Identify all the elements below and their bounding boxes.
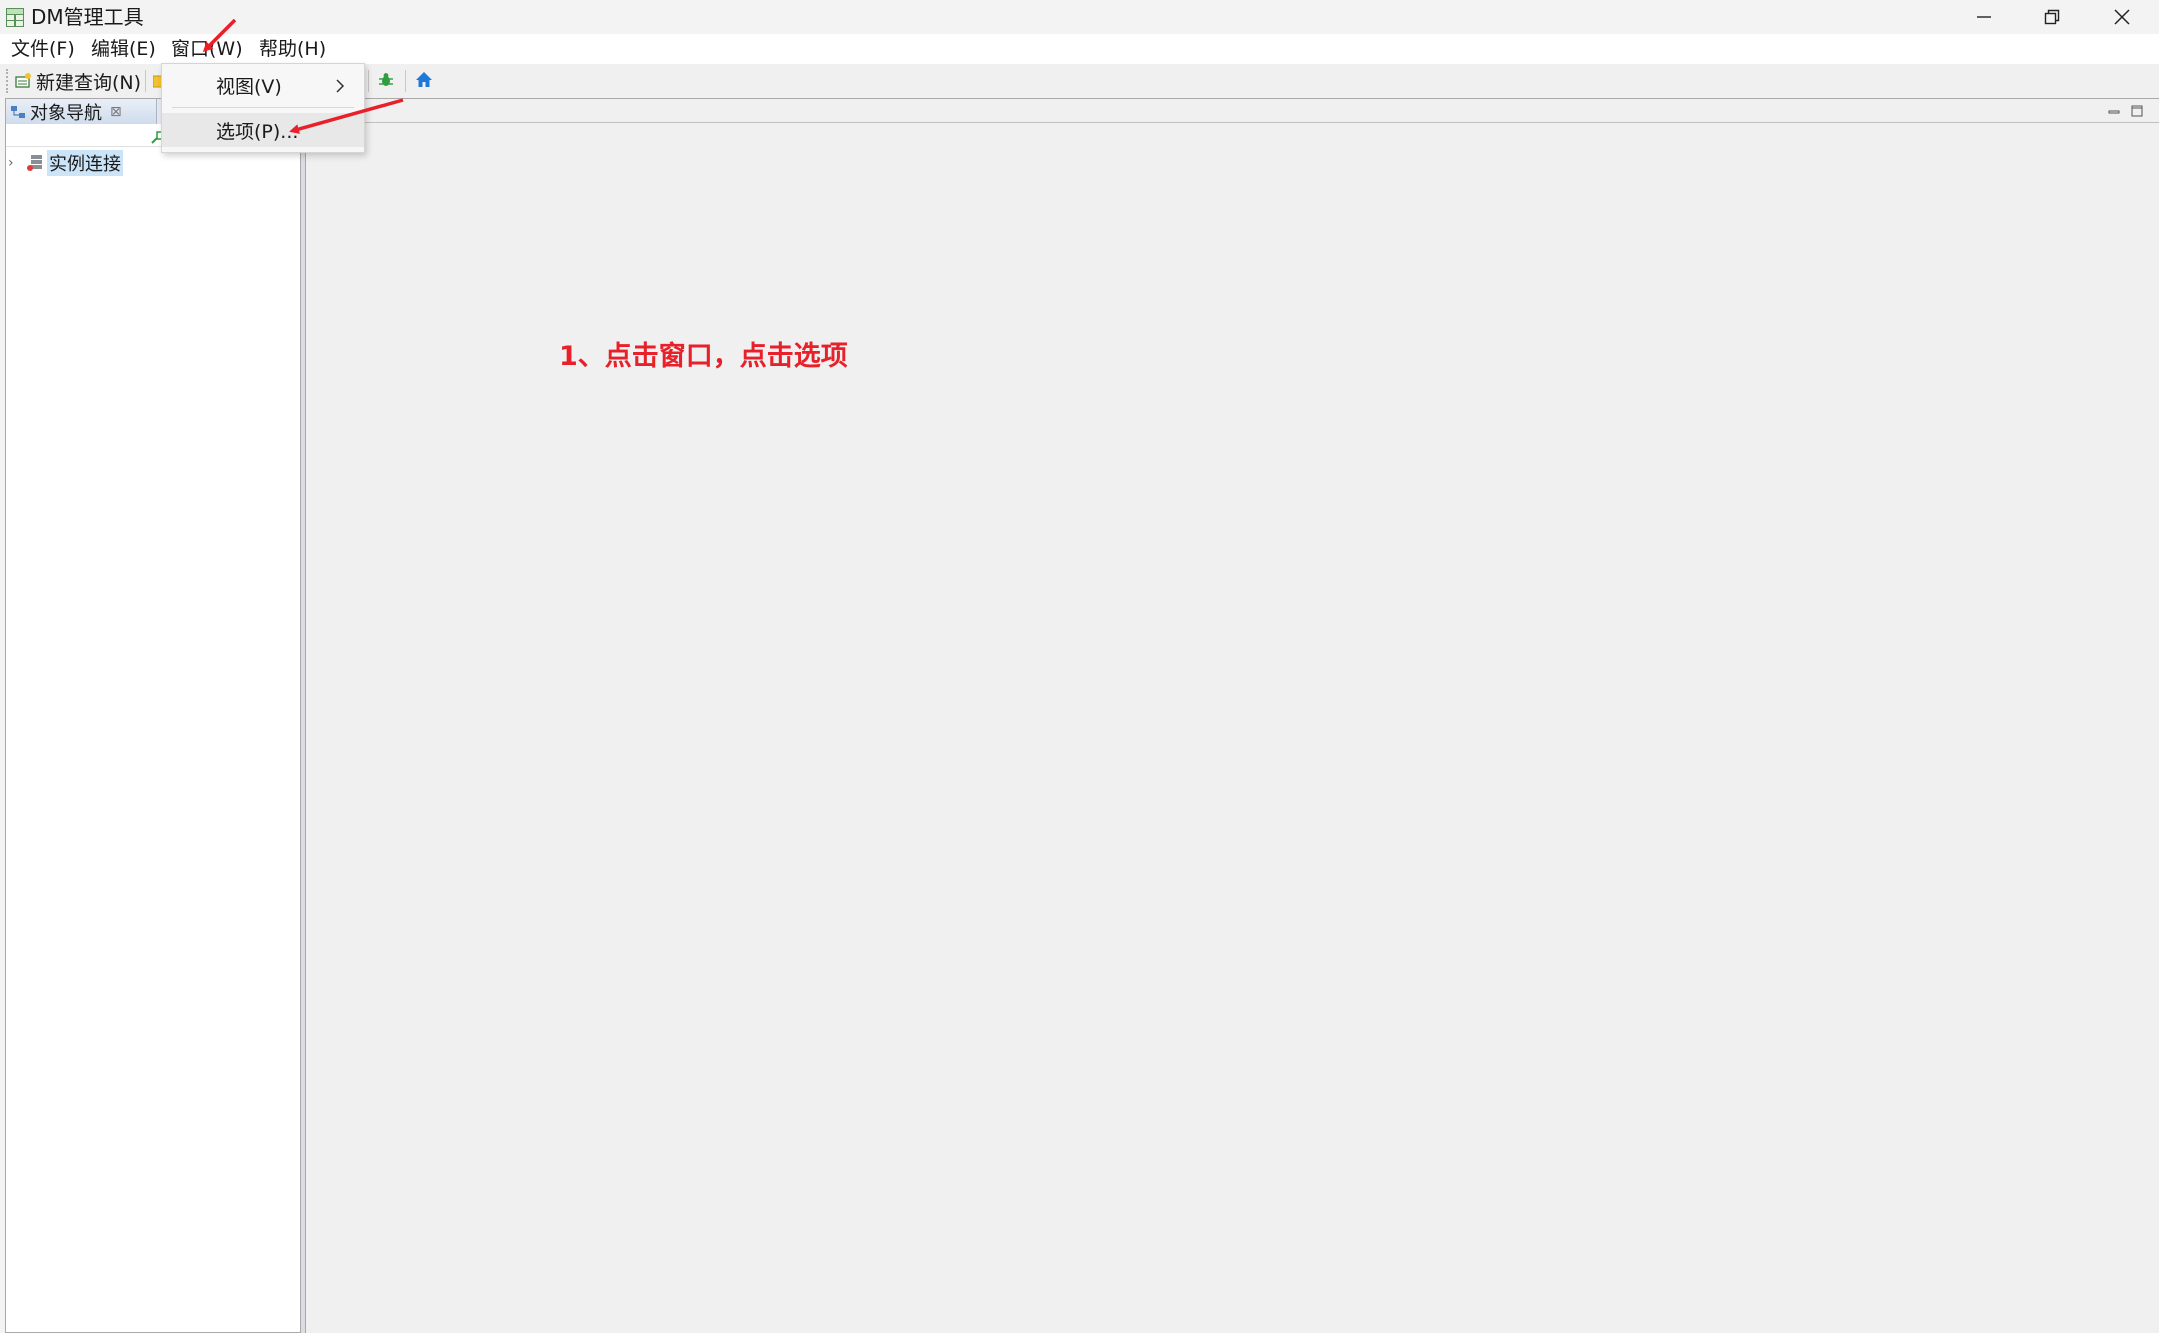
editor-minimize-button[interactable] [2108, 101, 2120, 123]
new-query-icon [15, 73, 31, 88]
toolbar-grip [6, 69, 10, 93]
database-instance-icon [27, 155, 42, 171]
new-query-button[interactable]: 新建查询(N) [14, 67, 141, 95]
menu-item-options[interactable]: 选项(P)... [162, 113, 364, 147]
home-button[interactable] [415, 71, 433, 94]
home-icon [416, 72, 432, 87]
app-logo-icon [6, 8, 24, 27]
chevron-right-icon[interactable]: › [8, 155, 22, 171]
menu-item-view[interactable]: 视图(V) [162, 68, 364, 102]
menu-edit[interactable]: 编辑(E) [91, 36, 156, 62]
debug-bug-icon [379, 73, 393, 86]
debug-button[interactable] [377, 71, 395, 94]
navigator-icon [11, 105, 25, 118]
menu-separator [172, 107, 354, 108]
editor-area [305, 98, 2159, 1333]
title-bar [0, 0, 2159, 34]
restore-icon [2044, 9, 2060, 25]
chevron-right-icon [336, 79, 345, 93]
toolbar-separator [145, 70, 146, 92]
close-button[interactable] [2088, 0, 2156, 34]
toolbar-separator [368, 70, 369, 92]
minimize-icon [1977, 16, 1991, 18]
menu-item-options-label: 选项(P)... [216, 120, 299, 143]
menu-file[interactable]: 文件(F) [11, 36, 75, 62]
menu-window[interactable]: 窗口(W) [171, 36, 243, 62]
tab-object-navigator[interactable]: 对象导航 ⊠ [6, 99, 157, 124]
window-title: DM管理工具 [31, 5, 144, 29]
editor-tab-strip-divider [305, 122, 2159, 123]
toolbar-separator [405, 70, 406, 92]
tab-close-icon[interactable]: ⊠ [110, 104, 122, 120]
menu-item-view-label: 视图(V) [216, 75, 282, 98]
minimize-button[interactable] [1950, 0, 2018, 34]
minimize-icon [2108, 110, 2120, 114]
tree-item-instance-connection[interactable]: › 实例连接 [8, 150, 123, 176]
annotation-instruction: 1、点击窗口，点击选项 [559, 341, 848, 372]
maximize-icon [2131, 105, 2143, 117]
navigator-tab-label: 对象导航 [30, 102, 102, 124]
window-menu-dropdown: 视图(V) 选项(P)... [161, 63, 365, 153]
menu-help[interactable]: 帮助(H) [259, 36, 326, 62]
restore-button[interactable] [2018, 0, 2086, 34]
close-icon [2114, 9, 2130, 25]
new-query-label: 新建查询(N) [36, 71, 142, 94]
editor-maximize-button[interactable] [2131, 100, 2143, 122]
object-navigator-panel [5, 98, 301, 1333]
tree-item-label: 实例连接 [47, 150, 123, 176]
